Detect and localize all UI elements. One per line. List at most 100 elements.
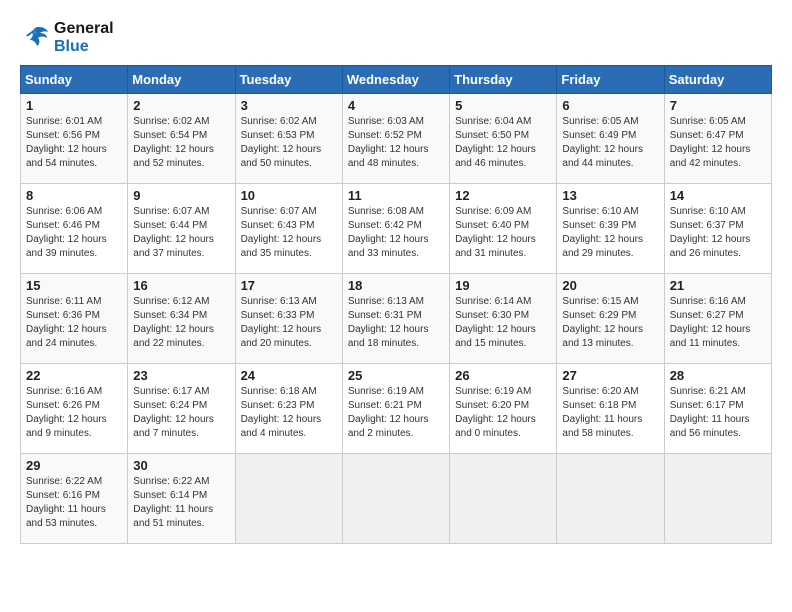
- day-info: Sunrise: 6:04 AMSunset: 6:50 PMDaylight:…: [455, 115, 551, 171]
- calendar-cell: 15Sunrise: 6:11 AMSunset: 6:36 PMDayligh…: [21, 274, 128, 364]
- day-number: 30: [133, 458, 229, 473]
- header-saturday: Saturday: [664, 66, 771, 94]
- day-info: Sunrise: 6:16 AMSunset: 6:26 PMDaylight:…: [26, 385, 122, 441]
- header-wednesday: Wednesday: [342, 66, 449, 94]
- day-number: 28: [670, 368, 766, 383]
- day-number: 23: [133, 368, 229, 383]
- day-info: Sunrise: 6:10 AMSunset: 6:39 PMDaylight:…: [562, 205, 658, 261]
- logo: General Blue: [20, 20, 114, 55]
- calendar-cell: 4Sunrise: 6:03 AMSunset: 6:52 PMDaylight…: [342, 94, 449, 184]
- day-number: 14: [670, 188, 766, 203]
- day-info: Sunrise: 6:22 AMSunset: 6:16 PMDaylight:…: [26, 475, 122, 531]
- calendar-cell: 26 Sunrise: 6:19 AMSunset: 6:20 PMDayligh…: [450, 364, 557, 454]
- day-info: Sunrise: 6:05 AMSunset: 6:49 PMDaylight:…: [562, 115, 658, 171]
- calendar-cell: 12 Sunrise: 6:09 AMSunset: 6:40 PMDayligh…: [450, 184, 557, 274]
- calendar-week-2: 8Sunrise: 6:06 AMSunset: 6:46 PMDaylight…: [21, 184, 772, 274]
- header-thursday: Thursday: [450, 66, 557, 94]
- day-number: 9: [133, 188, 229, 203]
- day-number: 10: [241, 188, 337, 203]
- calendar-cell: 22 Sunrise: 6:16 AMSunset: 6:26 PMDayligh…: [21, 364, 128, 454]
- calendar-cell: 27 Sunrise: 6:20 AMSunset: 6:18 PMDayligh…: [557, 364, 664, 454]
- day-info: Sunrise: 6:10 AMSunset: 6:37 PMDaylight:…: [670, 205, 766, 261]
- day-number: 3: [241, 98, 337, 113]
- calendar-cell: 29 Sunrise: 6:22 AMSunset: 6:16 PMDayligh…: [21, 454, 128, 544]
- day-number: 1: [26, 98, 122, 113]
- day-number: 17: [241, 278, 337, 293]
- day-number: 6: [562, 98, 658, 113]
- calendar-cell: [235, 454, 342, 544]
- header-friday: Friday: [557, 66, 664, 94]
- day-number: 20: [562, 278, 658, 293]
- day-info: Sunrise: 6:02 AMSunset: 6:53 PMDaylight:…: [241, 115, 337, 171]
- day-info: Sunrise: 6:13 AMSunset: 6:31 PMDaylight:…: [348, 295, 444, 351]
- calendar-cell: [450, 454, 557, 544]
- day-info: Sunrise: 6:19 AMSunset: 6:20 PMDaylight:…: [455, 385, 551, 441]
- calendar-cell: 23 Sunrise: 6:17 AMSunset: 6:24 PMDayligh…: [128, 364, 235, 454]
- calendar-cell: 7 Sunrise: 6:05 AMSunset: 6:47 PMDaylight…: [664, 94, 771, 184]
- day-number: 26: [455, 368, 551, 383]
- day-number: 24: [241, 368, 337, 383]
- day-number: 27: [562, 368, 658, 383]
- calendar-cell: 16 Sunrise: 6:12 AMSunset: 6:34 PMDayligh…: [128, 274, 235, 364]
- day-number: 18: [348, 278, 444, 293]
- day-info: Sunrise: 6:02 AMSunset: 6:54 PMDaylight:…: [133, 115, 229, 171]
- calendar-table: SundayMondayTuesdayWednesdayThursdayFrid…: [20, 65, 772, 544]
- day-info: Sunrise: 6:20 AMSunset: 6:18 PMDaylight:…: [562, 385, 658, 441]
- day-info: Sunrise: 6:01 AMSunset: 6:56 PMDaylight:…: [26, 115, 122, 171]
- calendar-cell: 20 Sunrise: 6:15 AMSunset: 6:29 PMDayligh…: [557, 274, 664, 364]
- day-info: Sunrise: 6:07 AMSunset: 6:43 PMDaylight:…: [241, 205, 337, 261]
- day-info: Sunrise: 6:03 AMSunset: 6:52 PMDaylight:…: [348, 115, 444, 171]
- day-number: 13: [562, 188, 658, 203]
- day-info: Sunrise: 6:19 AMSunset: 6:21 PMDaylight:…: [348, 385, 444, 441]
- day-number: 22: [26, 368, 122, 383]
- calendar-cell: 17 Sunrise: 6:13 AMSunset: 6:33 PMDayligh…: [235, 274, 342, 364]
- calendar-cell: 2 Sunrise: 6:02 AMSunset: 6:54 PMDaylight…: [128, 94, 235, 184]
- calendar-cell: 3 Sunrise: 6:02 AMSunset: 6:53 PMDaylight…: [235, 94, 342, 184]
- header-monday: Monday: [128, 66, 235, 94]
- day-number: 29: [26, 458, 122, 473]
- day-number: 25: [348, 368, 444, 383]
- day-number: 2: [133, 98, 229, 113]
- calendar-cell: 28 Sunrise: 6:21 AMSunset: 6:17 PMDayligh…: [664, 364, 771, 454]
- day-number: 19: [455, 278, 551, 293]
- calendar-cell: 8Sunrise: 6:06 AMSunset: 6:46 PMDaylight…: [21, 184, 128, 274]
- calendar-cell: [342, 454, 449, 544]
- calendar-cell: 24 Sunrise: 6:18 AMSunset: 6:23 PMDayligh…: [235, 364, 342, 454]
- day-info: Sunrise: 6:22 AMSunset: 6:14 PMDaylight:…: [133, 475, 229, 531]
- calendar-cell: 18 Sunrise: 6:13 AMSunset: 6:31 PMDayligh…: [342, 274, 449, 364]
- logo-blue: Blue: [54, 38, 114, 56]
- day-info: Sunrise: 6:05 AMSunset: 6:47 PMDaylight:…: [670, 115, 766, 171]
- calendar-cell: 30 Sunrise: 6:22 AMSunset: 6:14 PMDayligh…: [128, 454, 235, 544]
- day-number: 12: [455, 188, 551, 203]
- day-info: Sunrise: 6:06 AMSunset: 6:46 PMDaylight:…: [26, 205, 122, 261]
- day-number: 5: [455, 98, 551, 113]
- calendar-cell: 14 Sunrise: 6:10 AMSunset: 6:37 PMDayligh…: [664, 184, 771, 274]
- calendar-cell: 5 Sunrise: 6:04 AMSunset: 6:50 PMDaylight…: [450, 94, 557, 184]
- day-info: Sunrise: 6:13 AMSunset: 6:33 PMDaylight:…: [241, 295, 337, 351]
- day-info: Sunrise: 6:21 AMSunset: 6:17 PMDaylight:…: [670, 385, 766, 441]
- calendar-cell: 19 Sunrise: 6:14 AMSunset: 6:30 PMDayligh…: [450, 274, 557, 364]
- calendar-week-4: 22 Sunrise: 6:16 AMSunset: 6:26 PMDayligh…: [21, 364, 772, 454]
- calendar-week-1: 1 Sunrise: 6:01 AMSunset: 6:56 PMDaylight…: [21, 94, 772, 184]
- calendar-cell: 9 Sunrise: 6:07 AMSunset: 6:44 PMDaylight…: [128, 184, 235, 274]
- calendar-cell: 25 Sunrise: 6:19 AMSunset: 6:21 PMDayligh…: [342, 364, 449, 454]
- day-number: 11: [348, 188, 444, 203]
- day-info: Sunrise: 6:12 AMSunset: 6:34 PMDaylight:…: [133, 295, 229, 351]
- calendar-cell: 6 Sunrise: 6:05 AMSunset: 6:49 PMDaylight…: [557, 94, 664, 184]
- day-info: Sunrise: 6:09 AMSunset: 6:40 PMDaylight:…: [455, 205, 551, 261]
- calendar-cell: 1 Sunrise: 6:01 AMSunset: 6:56 PMDaylight…: [21, 94, 128, 184]
- day-number: 15: [26, 278, 122, 293]
- day-info: Sunrise: 6:15 AMSunset: 6:29 PMDaylight:…: [562, 295, 658, 351]
- day-info: Sunrise: 6:14 AMSunset: 6:30 PMDaylight:…: [455, 295, 551, 351]
- calendar-cell: [557, 454, 664, 544]
- day-info: Sunrise: 6:17 AMSunset: 6:24 PMDaylight:…: [133, 385, 229, 441]
- header-sunday: Sunday: [21, 66, 128, 94]
- day-info: Sunrise: 6:18 AMSunset: 6:23 PMDaylight:…: [241, 385, 337, 441]
- day-info: Sunrise: 6:07 AMSunset: 6:44 PMDaylight:…: [133, 205, 229, 261]
- logo-text: General: [54, 20, 114, 38]
- day-info: Sunrise: 6:08 AMSunset: 6:42 PMDaylight:…: [348, 205, 444, 261]
- day-number: 7: [670, 98, 766, 113]
- day-info: Sunrise: 6:16 AMSunset: 6:27 PMDaylight:…: [670, 295, 766, 351]
- day-number: 16: [133, 278, 229, 293]
- calendar-cell: [664, 454, 771, 544]
